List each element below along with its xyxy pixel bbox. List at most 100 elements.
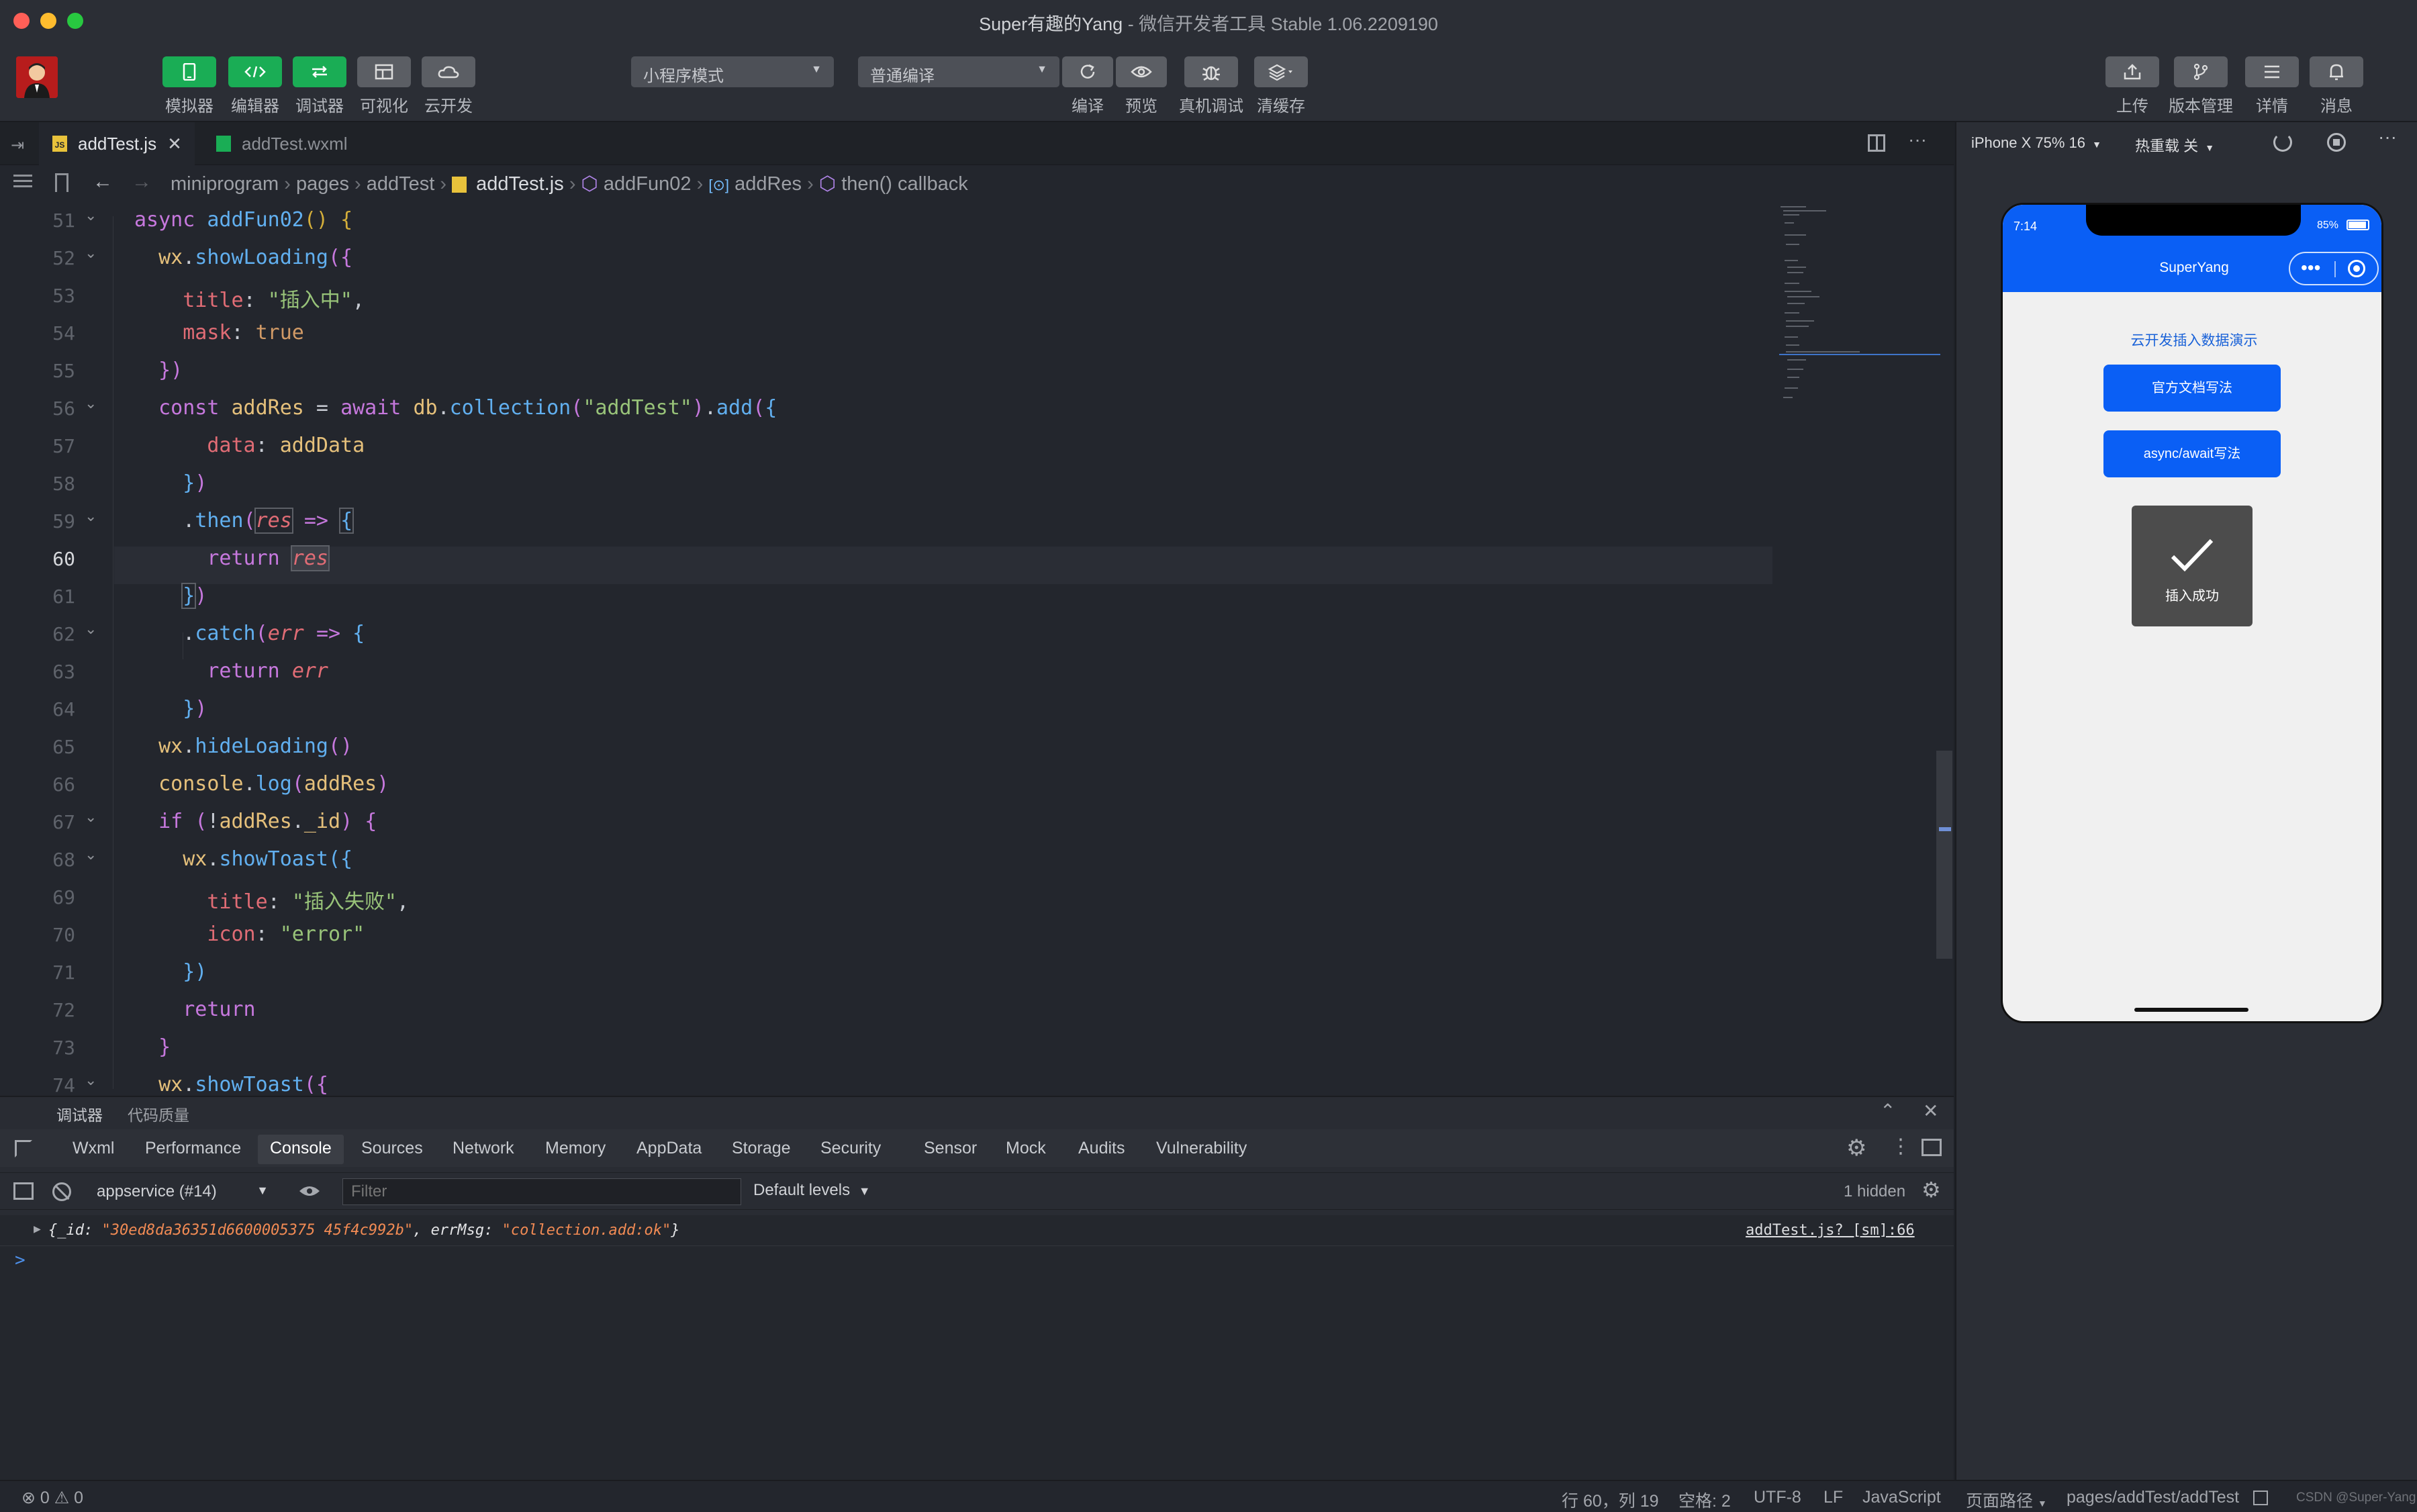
tab-mock[interactable]: Mock [1006,1139,1046,1158]
close-panel-icon[interactable]: ✕ [1923,1100,1938,1122]
debugger-toggle-button[interactable] [293,56,346,87]
visual-toggle-button[interactable] [357,56,411,87]
language-mode[interactable]: JavaScript [1862,1488,1941,1507]
undock-icon[interactable] [1922,1139,1942,1156]
official-docs-button[interactable]: 官方文档写法 [2103,365,2281,412]
line-number: 65 [52,736,75,758]
mode-select[interactable]: 小程序模式 ▼ [631,56,834,87]
tab-memory[interactable]: Memory [545,1139,606,1158]
log-source-link[interactable]: addTest.js? [sm]:66 [1746,1222,1915,1239]
rotate-icon[interactable] [2273,133,2292,152]
tab-wxml[interactable]: Wxml [73,1139,114,1158]
console-settings-gear-icon[interactable]: ⚙ [1922,1177,1941,1202]
close-miniprogram-icon[interactable] [2348,260,2365,277]
back-arrow-icon[interactable]: ← [93,171,113,193]
version-control-button[interactable] [2174,56,2228,87]
breadcrumb-item[interactable]: miniprogram [171,173,279,195]
tab-sensor[interactable]: Sensor [924,1139,977,1158]
line-ending[interactable]: LF [1823,1488,1843,1507]
console-output[interactable]: ▶ {_id: "30ed8da36351d6600005375 45f4c99… [0,1215,1954,1481]
hot-reload-select[interactable]: 热重载 关 ▼ [2135,134,2214,156]
line-number: 53 [52,285,75,307]
clear-console-icon[interactable] [52,1182,71,1201]
async-await-button[interactable]: async/await写法 [2103,430,2281,477]
tab-network[interactable]: Network [453,1139,514,1158]
live-expression-eye-icon[interactable] [298,1184,321,1202]
more-icon[interactable]: ··· [2378,126,2397,148]
device-select[interactable]: iPhone X 75% 16 ▼ [1971,134,2101,152]
outline-icon[interactable] [13,175,32,189]
cursor-position[interactable]: 行 60，列 19 [1562,1488,1659,1512]
avatar[interactable] [16,56,58,98]
context-select[interactable]: appservice (#14) ▼ [89,1178,277,1205]
more-vertical-icon[interactable]: ⋮ [1891,1135,1911,1158]
inspect-element-icon[interactable] [15,1140,32,1157]
stop-icon[interactable] [2327,133,2346,152]
close-icon[interactable]: ✕ [167,134,182,154]
code-line-69: title: "插入失败", [207,890,409,914]
fold-chevron-icon[interactable]: ⌄ [85,244,97,262]
breadcrumb-item[interactable]: addTest [367,173,435,195]
more-dots-icon[interactable]: ••• [2301,256,2320,280]
compile-button[interactable] [1062,56,1113,87]
details-button[interactable] [2245,56,2299,87]
fold-chevron-icon[interactable]: ⌄ [85,207,97,224]
editor-scrollbar[interactable] [1936,751,1952,959]
breadcrumb-item[interactable]: addRes [734,173,802,195]
tab-sources[interactable]: Sources [361,1139,423,1158]
tab-addtest-js[interactable]: JS addTest.js ✕ [39,122,195,165]
tab-storage[interactable]: Storage [732,1139,791,1158]
tab-vulnerability[interactable]: Vulnerability [1156,1139,1247,1158]
tab-console[interactable]: Console [270,1139,332,1158]
sidebar-toggle-icon[interactable] [13,1182,34,1200]
editor-toggle-button[interactable] [228,56,282,87]
fold-chevron-icon[interactable]: ⌄ [85,846,97,863]
more-icon[interactable]: ··· [1908,129,1927,150]
compile-mode-select[interactable]: 普通编译 ▼ [858,56,1059,87]
tab-code-quality[interactable]: 代码质量 [128,1102,189,1125]
console-log-entry[interactable]: ▶ {_id: "30ed8da36351d6600005375 45f4c99… [0,1215,1954,1246]
breadcrumb-item[interactable]: addFun02 [604,173,692,195]
hot-reload-value: 热重载 关 [2135,138,2199,154]
fold-chevron-icon[interactable]: ⌄ [85,808,97,826]
toggle-explorer-icon[interactable]: ⇥ [11,136,24,155]
breadcrumb-item[interactable]: then() callback [841,173,968,195]
capsule-menu[interactable]: ••• [2289,252,2379,285]
console-prompt[interactable]: > [15,1250,26,1270]
errors-indicator[interactable]: ⊗ 0 ⚠ 0 [21,1488,83,1508]
indentation[interactable]: 空格: 2 [1678,1488,1731,1512]
expand-triangle-icon[interactable]: ▶ [34,1222,41,1236]
tab-appdata[interactable]: AppData [636,1139,702,1158]
tab-addtest-wxml[interactable]: addTest.wxml [201,122,396,165]
breadcrumb-item[interactable]: pages [296,173,349,195]
tab-audits[interactable]: Audits [1078,1139,1125,1158]
upload-button[interactable] [2105,56,2159,87]
forward-arrow-icon[interactable]: → [132,171,152,193]
fold-chevron-icon[interactable]: ⌄ [85,1072,97,1089]
page-path-select[interactable]: 页面路径 ▼ [1966,1488,2047,1512]
code-editor[interactable]: 51 52 53 54 55 56 57 58 59 60 61 62 63 6… [0,203,1954,1096]
cloud-dev-button[interactable] [422,56,475,87]
tab-performance[interactable]: Performance [145,1139,241,1158]
bookmark-icon[interactable] [55,173,68,192]
fold-chevron-icon[interactable]: ⌄ [85,395,97,412]
settings-gear-icon[interactable]: ⚙ [1846,1135,1866,1162]
minimap[interactable] [1779,203,1940,431]
console-filter-input[interactable] [342,1178,741,1205]
tab-debugger[interactable]: 调试器 [56,1102,103,1125]
fold-chevron-icon[interactable]: ⌄ [85,508,97,525]
breadcrumb-item[interactable]: addTest.js [476,173,564,195]
clear-cache-button[interactable] [1254,56,1308,87]
messages-button[interactable] [2310,56,2363,87]
remote-debug-button[interactable] [1184,56,1238,87]
log-levels-select[interactable]: Default levels ▼ [753,1181,871,1200]
line-number: 55 [52,360,75,382]
encoding[interactable]: UTF-8 [1754,1488,1801,1507]
preview-button[interactable] [1116,56,1167,87]
simulator-toggle-button[interactable] [162,56,216,87]
tab-security[interactable]: Security [820,1139,881,1158]
copy-icon[interactable] [2253,1491,2268,1505]
collapse-panel-icon[interactable]: ⌃ [1880,1100,1895,1122]
split-editor-icon[interactable] [1868,134,1885,152]
fold-chevron-icon[interactable]: ⌄ [85,620,97,638]
